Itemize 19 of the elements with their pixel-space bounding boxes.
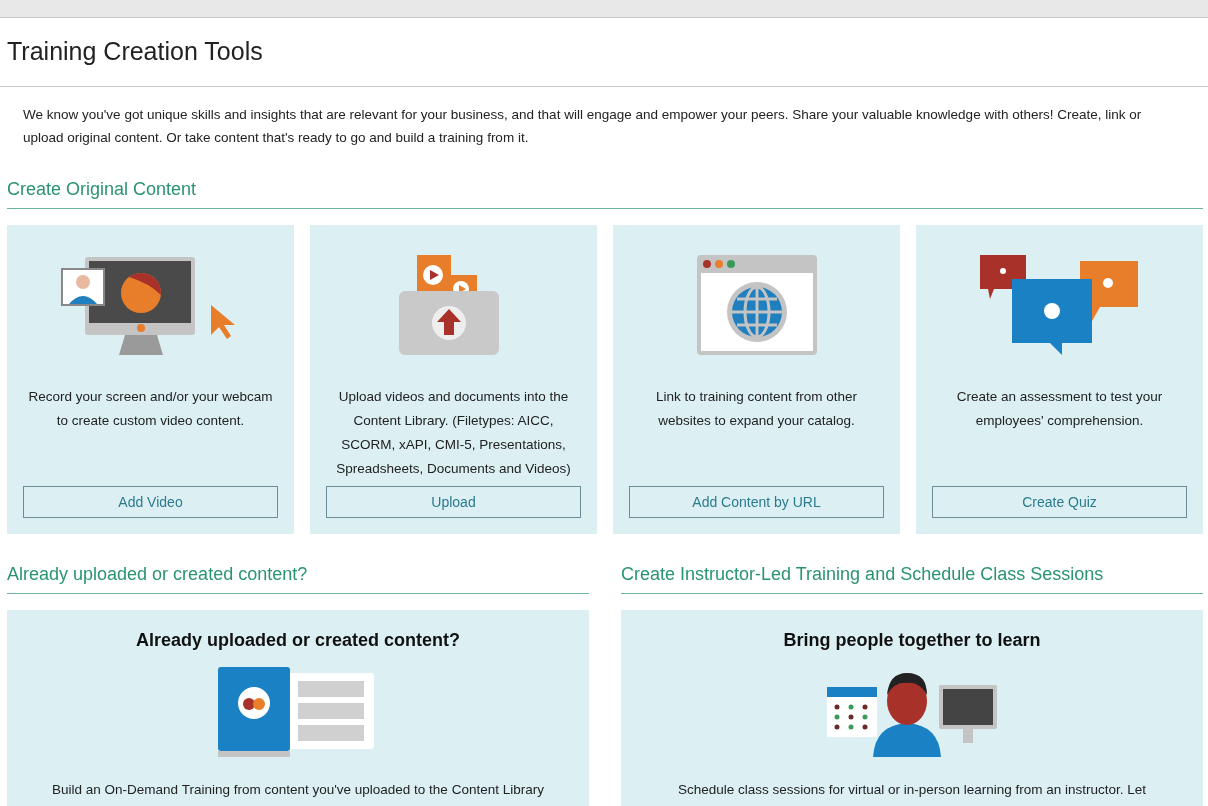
card-description: Create an assessment to test your employees' comprehension. [955, 388, 1164, 430]
action-button[interactable]: Add Content by URL [629, 486, 884, 518]
section-heading: Already uploaded or created content? [7, 564, 589, 594]
action-button[interactable]: Create Quiz [932, 486, 1187, 518]
card-title: Bring people together to learn [783, 630, 1041, 651]
section-heading: Create Original Content [7, 179, 1203, 209]
card-title: Already uploaded or created content? [135, 630, 461, 651]
card-description: Schedule class sessions for virtual or in-person learning from an instructor. Let [677, 781, 1147, 799]
action-button[interactable]: Add Video [23, 486, 278, 518]
browser-globe-icon [696, 255, 817, 355]
section-heading: Create Instructor-Led Training and Schedule Class Sessions [621, 564, 1203, 594]
card-description: Record your screen and/or your webcam to create custom video content. [27, 388, 274, 430]
action-button[interactable]: Upload [326, 486, 581, 518]
intro-text: We know you've got unique skills and insights that are relevant for your business, and that will engage and empower your peers. Share your valuable knowledge with others! Create, link or upload original content. Or take content that's ready to go and build a training from it. [23, 106, 1143, 147]
question-bubbles-icon [979, 255, 1140, 355]
card-description: Upload videos and documents into the Content Library. (Filetypes: AICC, SCORM, xAPI, CMI-5, Presentations, Spreadsheets, Documents and Videos) [335, 388, 572, 478]
card-description: Link to training content from other websites to expand your catalog. [654, 388, 859, 430]
page-title: Training Creation Tools [7, 37, 264, 66]
card-description: Build an On-Demand Training from content you've uploaded to the Content Library [52, 781, 544, 799]
